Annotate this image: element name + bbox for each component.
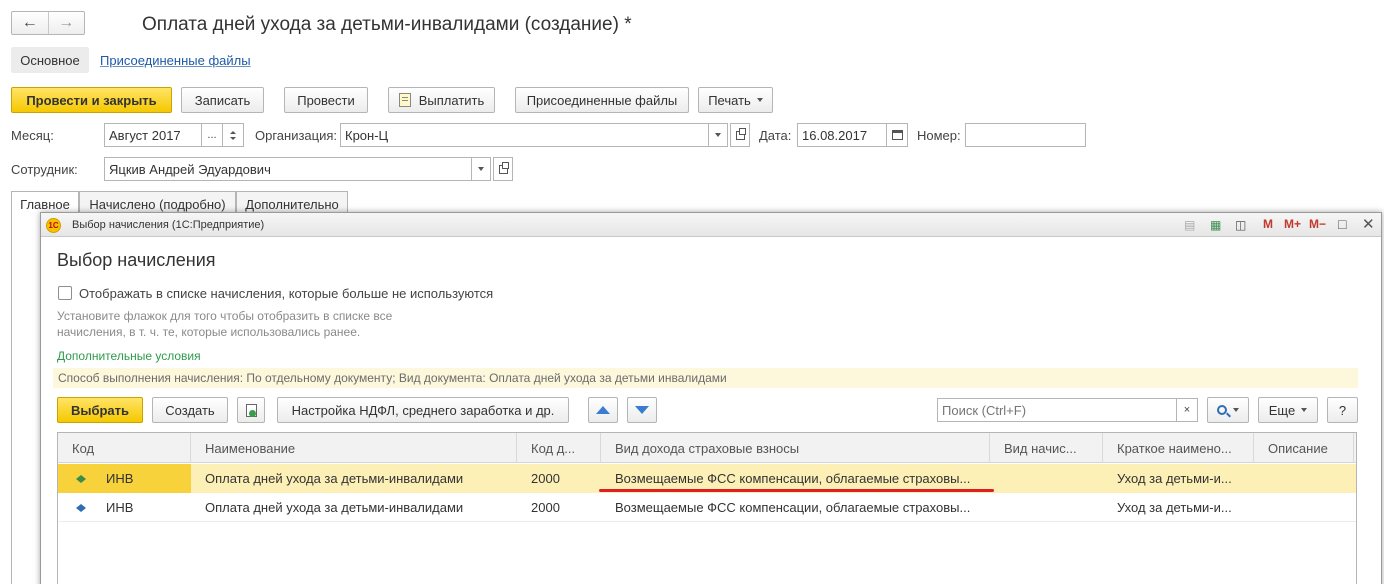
date-field[interactable]: 16.08.2017	[797, 123, 887, 147]
chevron-down-icon	[478, 167, 484, 171]
cell-description	[1254, 493, 1354, 522]
conditions-bar: Способ выполнения начисления: По отдельн…	[53, 368, 1358, 388]
cell-accrual-type	[990, 464, 1103, 493]
chevron-down-icon	[1233, 408, 1239, 412]
more-button[interactable]: Еще	[1258, 397, 1318, 423]
column-header-description[interactable]: Описание	[1254, 433, 1354, 463]
row-marker-icon	[76, 475, 86, 483]
move-up-icon[interactable]	[588, 397, 618, 423]
1c-logo-icon: 1С	[46, 218, 61, 233]
cell-name: Оплата дней ухода за детьми-инвалидами	[205, 471, 464, 486]
pay-label: Выплатить	[418, 92, 485, 108]
select-accrual-dialog: 1С Выбор начисления (1С:Предприятие) ▤ ▦…	[40, 212, 1382, 584]
cell-income-code: 2000	[531, 471, 560, 486]
organization-open-icon[interactable]	[730, 123, 750, 147]
cell-accrual-type	[990, 493, 1103, 522]
employee-label: Сотрудник:	[11, 162, 78, 177]
chevron-down-icon	[230, 136, 236, 140]
search-input[interactable]	[937, 398, 1177, 422]
column-header-income-code[interactable]: Код д...	[517, 433, 601, 463]
memory-minus-icon[interactable]: M−	[1309, 217, 1326, 231]
attached-files-button[interactable]: Присоединенные файлы	[515, 87, 689, 113]
close-icon[interactable]: ✕	[1362, 215, 1375, 233]
month-select-button[interactable]: ...	[201, 123, 223, 147]
search-icon	[1217, 405, 1231, 418]
column-header-income-type[interactable]: Вид дохода страховые взносы	[601, 433, 990, 463]
spreadsheet-icon[interactable]: ▦	[1210, 218, 1221, 232]
calendar-icon[interactable]	[886, 123, 908, 147]
column-header-code[interactable]: Код	[58, 433, 191, 463]
date-label: Дата:	[759, 128, 792, 143]
print-preview-icon[interactable]: ▤	[1184, 218, 1195, 232]
hint-text: Установите флажок для того чтобы отобраз…	[57, 309, 393, 339]
calendar-icon[interactable]: ◫	[1235, 218, 1246, 232]
clear-search-icon[interactable]: ×	[1176, 398, 1198, 422]
cell-income-type: Возмещаемые ФСС компенсации, облагаемые …	[615, 500, 971, 515]
post-button[interactable]: Провести	[284, 87, 368, 113]
help-button[interactable]: ?	[1327, 397, 1358, 423]
number-label: Номер:	[917, 128, 961, 143]
cell-short-name: Уход за детьми-и...	[1117, 500, 1232, 515]
dialog-title: Выбор начисления	[57, 250, 216, 270]
print-button[interactable]: Печать	[698, 87, 773, 113]
save-button[interactable]: Записать	[181, 87, 264, 113]
print-label: Печать	[708, 92, 751, 108]
memory-plus-icon[interactable]: M+	[1284, 217, 1301, 231]
show-unused-checkbox[interactable]	[58, 286, 72, 300]
post-and-close-button[interactable]: Провести и закрыть	[11, 87, 172, 113]
ndfl-settings-button[interactable]: Настройка НДФЛ, среднего заработка и др.	[277, 397, 569, 423]
column-header-accrual-type[interactable]: Вид начис...	[990, 433, 1103, 463]
page-panel-edge	[11, 216, 41, 584]
table-row[interactable]: ИНВ Оплата дней ухода за детьми-инвалида…	[58, 493, 1356, 522]
column-header-short-name[interactable]: Краткое наимено...	[1103, 433, 1254, 463]
organization-label: Организация:	[255, 128, 338, 143]
employee-field[interactable]: Яцкив Андрей Эдуардович	[104, 157, 472, 181]
more-label: Еще	[1268, 402, 1296, 418]
organization-field[interactable]: Крон-Ц	[340, 123, 709, 147]
extra-conditions-label: Дополнительные условия	[57, 349, 201, 363]
accruals-table: Код Наименование Код д... Вид дохода стр…	[57, 432, 1357, 584]
move-down-icon[interactable]	[627, 397, 657, 423]
tab-attached-files[interactable]: Присоединенные файлы	[100, 53, 251, 68]
arrow-left-icon[interactable]: ←	[12, 12, 48, 34]
month-label: Месяц:	[11, 128, 54, 143]
cell-short-name: Уход за детьми-и...	[1117, 471, 1232, 486]
employee-dropdown[interactable]	[471, 157, 491, 181]
show-unused-label: Отображать в списке начисления, которые …	[79, 286, 494, 301]
dialog-caption: Выбор начисления (1С:Предприятие)	[72, 219, 265, 231]
page-title: Оплата дней ухода за детьми-инвалидами (…	[142, 14, 632, 35]
month-field[interactable]: Август 2017	[104, 123, 202, 147]
chevron-down-icon	[756, 98, 763, 102]
maximize-icon[interactable]: □	[1338, 216, 1346, 232]
pay-button[interactable]: Выплатить	[388, 87, 495, 113]
red-underline-annotation	[599, 489, 994, 492]
month-stepper[interactable]	[222, 123, 244, 147]
dialog-titlebar: 1С Выбор начисления (1С:Предприятие) ▤ ▦…	[41, 213, 1381, 237]
memory-icon[interactable]: M	[1263, 217, 1273, 231]
chevron-up-icon	[230, 130, 236, 134]
table-header: Код Наименование Код д... Вид дохода стр…	[58, 433, 1356, 463]
employee-open-icon[interactable]	[493, 157, 513, 181]
create-button[interactable]: Создать	[152, 397, 228, 423]
tab-main[interactable]: Основное	[11, 47, 89, 73]
select-button[interactable]: Выбрать	[57, 397, 143, 423]
cell-income-code: 2000	[531, 500, 560, 515]
create-copy-icon[interactable]	[237, 397, 265, 423]
chevron-down-icon	[715, 133, 721, 137]
chevron-down-icon	[1301, 408, 1308, 412]
nav-buttons: ← →	[11, 11, 85, 35]
cell-name: Оплата дней ухода за детьми-инвалидами	[205, 500, 464, 515]
number-field[interactable]	[965, 123, 1086, 147]
organization-dropdown[interactable]	[708, 123, 728, 147]
search-options-button[interactable]	[1207, 397, 1249, 423]
document-icon	[398, 93, 411, 107]
arrow-right-icon[interactable]: →	[47, 12, 85, 34]
row-marker-icon	[76, 504, 86, 512]
cell-description	[1254, 464, 1354, 493]
column-header-name[interactable]: Наименование	[191, 433, 517, 463]
